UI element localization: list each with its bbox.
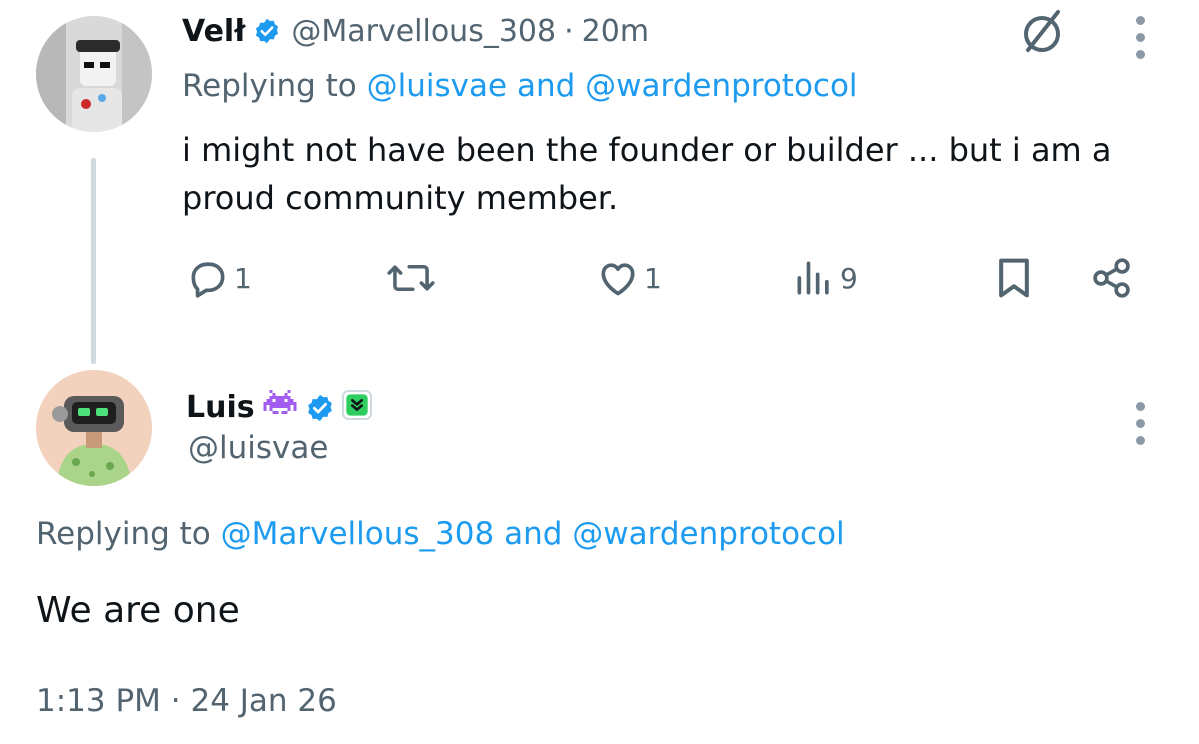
more-options-icon[interactable] <box>1133 402 1147 445</box>
tweet1-header: Velł @Marvellous_308 · 20m <box>182 8 649 54</box>
replying-to: Replying to @Marvellous_308 and @wardenp… <box>36 516 845 552</box>
views-button[interactable]: 9 <box>792 256 858 300</box>
bookmark-icon <box>994 256 1034 300</box>
mention-link[interactable]: @wardenprotocol <box>585 68 857 104</box>
retweet-icon <box>386 256 436 300</box>
mention-link[interactable]: @Marvellous_308 <box>221 516 495 552</box>
affiliate-badge-icon[interactable] <box>341 389 373 425</box>
replying-prefix: Replying to <box>182 68 357 104</box>
avatar-velt[interactable] <box>36 16 152 132</box>
reply-icon <box>186 256 230 300</box>
verified-badge-icon <box>253 17 281 45</box>
mention-link[interactable]: @wardenprotocol <box>572 516 844 552</box>
display-name[interactable]: Velł <box>182 14 245 49</box>
views-count: 9 <box>840 261 858 295</box>
retweet-button[interactable] <box>386 256 440 300</box>
tweet2-header: Luis <box>186 384 373 430</box>
separator-dot: · <box>564 13 574 49</box>
tweet-timestamp[interactable]: 1:13 PM · 24 Jan 26 <box>36 683 337 719</box>
like-count: 1 <box>644 261 662 295</box>
avatar-luis[interactable] <box>36 370 152 486</box>
display-name[interactable]: Luis <box>186 390 255 425</box>
mention-link[interactable]: @luisvae <box>367 68 507 104</box>
handle[interactable]: @Marvellous_308 <box>291 14 556 49</box>
replying-prefix: Replying to <box>36 516 211 552</box>
mention-and: and <box>516 68 576 104</box>
handle[interactable]: @luisvae <box>188 430 328 466</box>
replying-to: Replying to @luisvae and @wardenprotocol <box>182 68 858 104</box>
reply-button[interactable]: 1 <box>186 256 252 300</box>
share-icon <box>1088 256 1136 300</box>
mention-and: and <box>504 516 563 552</box>
tweet-text: i might not have been the founder or bui… <box>182 131 1112 217</box>
verified-badge-icon <box>305 393 333 422</box>
tweet1-action-bar: 1 1 9 <box>0 252 1199 304</box>
more-options-icon[interactable] <box>1133 16 1147 59</box>
bookmark-button[interactable] <box>994 256 1034 300</box>
relative-time[interactable]: 20m <box>582 14 649 49</box>
grok-icon[interactable] <box>1014 6 1070 62</box>
alien-emoji-icon <box>263 390 297 424</box>
like-button[interactable]: 1 <box>596 256 662 300</box>
share-button[interactable] <box>1088 256 1136 300</box>
reply-count: 1 <box>234 261 252 295</box>
views-icon <box>792 256 836 300</box>
like-icon <box>596 256 640 300</box>
tweet-text: We are one <box>36 590 240 631</box>
